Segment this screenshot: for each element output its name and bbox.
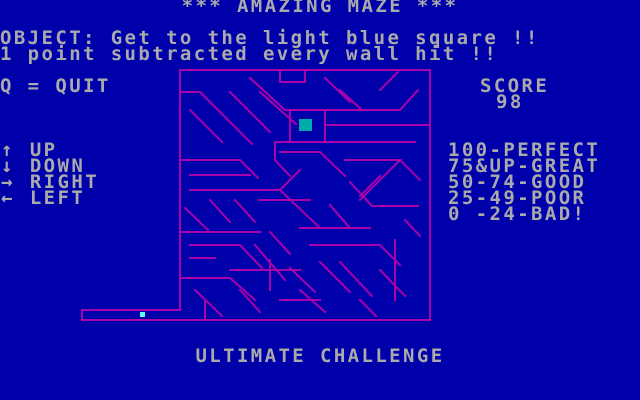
- maze-walls: [81, 69, 431, 321]
- maze-wall: [268, 230, 292, 256]
- maze-board[interactable]: [0, 0, 640, 400]
- maze-wall: [358, 174, 382, 198]
- maze-wall: [189, 244, 264, 270]
- maze-wall: [198, 90, 254, 146]
- maze-wall: [348, 180, 419, 207]
- maze-wall: [238, 288, 262, 314]
- maze-wall: [233, 198, 257, 224]
- maze-wall: [378, 268, 407, 298]
- maze-wall: [309, 244, 402, 267]
- maze-wall: [193, 288, 224, 318]
- maze-wall: [179, 277, 257, 302]
- maze-wall: [378, 70, 400, 92]
- maze-wall: [338, 88, 364, 112]
- maze-wall: [228, 90, 272, 134]
- maze-wall: [358, 298, 378, 318]
- goal-square: [299, 119, 312, 131]
- maze-wall: [288, 266, 317, 294]
- maze-wall: [183, 206, 210, 232]
- maze-wall: [189, 168, 302, 191]
- maze-wall: [208, 198, 232, 224]
- maze-wall: [398, 158, 422, 182]
- maze-wall: [279, 69, 306, 83]
- maze-wall: [278, 188, 322, 230]
- maze-wall: [179, 91, 242, 134]
- maze-wall: [344, 159, 403, 202]
- maze-wall: [248, 76, 326, 143]
- maze-wall: [188, 108, 224, 144]
- maze-wall: [403, 218, 422, 238]
- player-marker[interactable]: [140, 312, 145, 317]
- maze-wall: [279, 151, 347, 178]
- maze-wall: [324, 88, 420, 111]
- maze-wall: [274, 141, 292, 178]
- maze-wall: [338, 260, 374, 298]
- maze-outer-wall: [81, 69, 431, 321]
- maze-wall: [323, 76, 352, 104]
- game-screen: *** AMAZING MAZE *** OBJECT: Get to the …: [0, 0, 640, 400]
- maze-wall: [328, 203, 352, 230]
